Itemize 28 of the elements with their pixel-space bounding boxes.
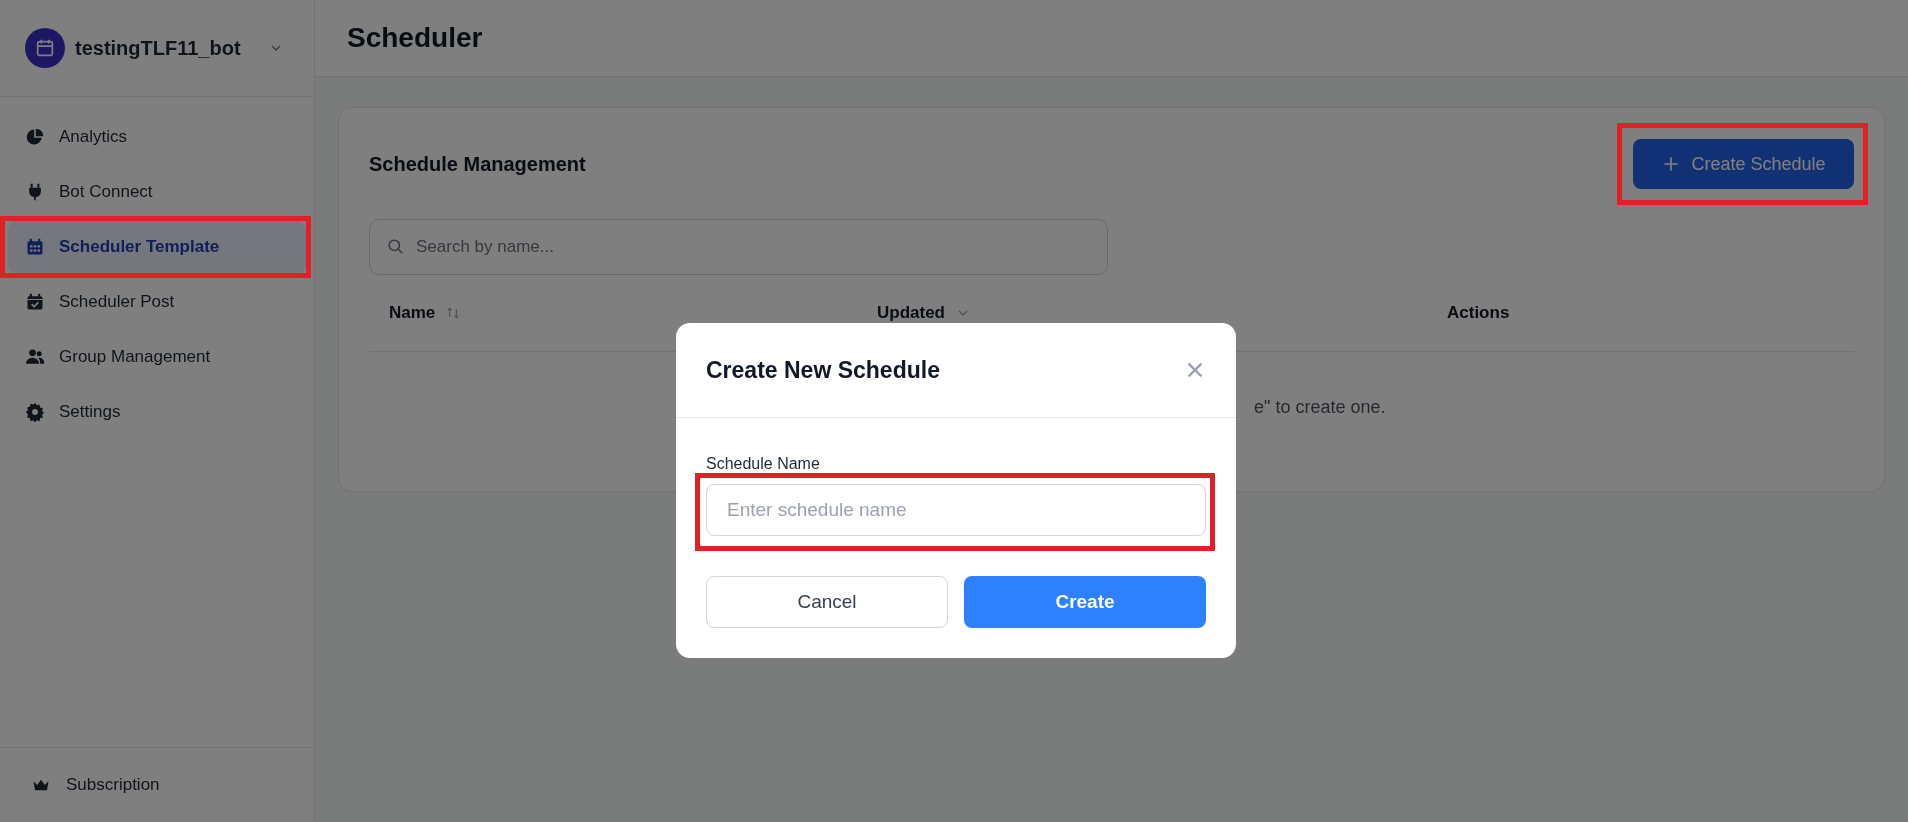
calendar-icon [34,37,56,59]
column-header: Actions [1447,302,1511,324]
cancel-button[interactable]: Cancel [706,576,948,628]
pie-chart-icon [25,127,45,147]
sidebar-item[interactable]: Settings [8,385,306,439]
settings-icon [25,402,45,422]
empty-state-text: e" to create one. [1254,396,1387,419]
bot-name: testingTLF11_bot [75,36,241,61]
page-title: Scheduler [347,21,483,55]
create-button[interactable]: Create [964,576,1206,628]
sidebar-item[interactable]: Bot Connect [8,165,306,219]
subscription-link[interactable]: Subscription [31,772,160,798]
column-header[interactable]: Updated [877,300,1447,326]
column-header[interactable]: Name [389,300,877,326]
sidebar-item[interactable]: Analytics [8,110,306,164]
sidebar-item[interactable]: Scheduler Template [8,220,306,274]
calendar-icon [25,237,45,257]
search-field[interactable]: Search by name... [369,219,1108,275]
card-title: Schedule Management [369,152,586,177]
sidebar-item[interactable]: Group Management [8,330,306,384]
create-schedule-button[interactable]: Create Schedule [1633,139,1854,189]
sidebar-item[interactable]: Scheduler Post [8,275,306,329]
search-icon [386,237,405,256]
field-label: Schedule Name [706,454,821,474]
calendar-check-icon [25,292,45,312]
dialog-title: Create New Schedule [706,355,940,385]
schedule-name-field[interactable]: Enter schedule name [706,484,1206,536]
people-icon [25,347,45,367]
